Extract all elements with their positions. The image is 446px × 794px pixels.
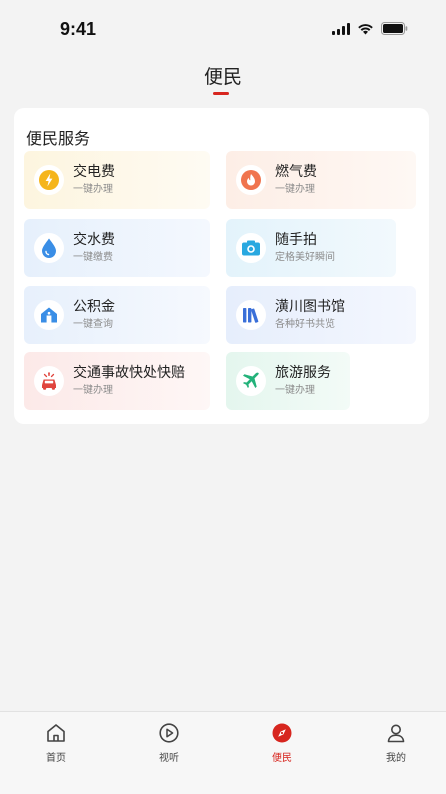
service-housing-fund[interactable]: 公积金 一键查询 <box>24 286 210 344</box>
nav-media[interactable]: 视听 <box>139 722 199 764</box>
service-subtitle: 定格美好瞬间 <box>275 252 335 263</box>
service-name: 燃气费 <box>275 164 317 180</box>
service-traffic-accident[interactable]: 交通事故快处快赔 一键办理 <box>24 352 210 410</box>
service-card: 便民服务 交电费 一键办理 燃气费 一键办理 交水费 一键缴费 随手拍 定格美好… <box>14 108 429 424</box>
play-circle-icon <box>159 723 179 743</box>
camera-icon <box>236 233 266 263</box>
nav-home[interactable]: 首页 <box>26 722 86 764</box>
compass-icon <box>272 723 292 743</box>
home-outline-icon <box>47 724 65 742</box>
card-title: 便民服务 <box>26 129 91 148</box>
service-subtitle: 一键办理 <box>73 385 113 396</box>
service-name: 旅游服务 <box>275 365 331 381</box>
car-accident-icon <box>34 366 64 396</box>
service-name: 交水费 <box>73 232 115 248</box>
battery-icon <box>381 22 408 35</box>
flame-icon <box>236 165 266 195</box>
status-icons <box>332 22 408 35</box>
service-subtitle: 一键查询 <box>73 319 113 330</box>
status-bar: 9:41 <box>0 0 446 60</box>
service-subtitle: 各种好书共览 <box>275 319 335 330</box>
active-tab-indicator <box>213 92 229 95</box>
service-subtitle: 一键缴费 <box>73 252 113 263</box>
books-icon <box>236 300 266 330</box>
service-name: 潢川图书馆 <box>275 299 345 315</box>
service-name: 交电费 <box>73 164 115 180</box>
user-icon <box>387 724 405 743</box>
airplane-icon <box>236 366 266 396</box>
lightning-icon <box>34 165 64 195</box>
nav-label: 便民 <box>272 753 292 764</box>
nav-convenience[interactable]: 便民 <box>252 722 312 764</box>
service-subtitle: 一键办理 <box>275 385 315 396</box>
service-travel[interactable]: 旅游服务 一键办理 <box>226 352 350 410</box>
service-subtitle: 一键办理 <box>275 184 315 195</box>
cellular-signal-icon <box>332 22 350 35</box>
service-name: 交通事故快处快赔 <box>73 365 185 381</box>
bottom-nav: 首页 视听 便民 我的 <box>0 711 446 794</box>
service-library[interactable]: 潢川图书馆 各种好书共览 <box>226 286 416 344</box>
service-water[interactable]: 交水费 一键缴费 <box>24 219 210 277</box>
service-electricity[interactable]: 交电费 一键办理 <box>24 151 210 209</box>
water-drop-icon <box>34 233 64 263</box>
service-name: 公积金 <box>73 299 115 315</box>
service-gas[interactable]: 燃气费 一键办理 <box>226 151 416 209</box>
nav-profile[interactable]: 我的 <box>366 722 426 764</box>
status-time: 9:41 <box>60 19 97 39</box>
nav-label: 我的 <box>386 753 406 764</box>
page-title: 便民 <box>203 66 242 88</box>
wifi-icon <box>358 23 373 34</box>
home-icon <box>34 300 64 330</box>
service-name: 随手拍 <box>275 232 317 248</box>
nav-label: 首页 <box>46 753 66 764</box>
nav-label: 视听 <box>159 753 179 764</box>
service-subtitle: 一键办理 <box>73 184 113 195</box>
service-snapshot[interactable]: 随手拍 定格美好瞬间 <box>226 219 396 277</box>
